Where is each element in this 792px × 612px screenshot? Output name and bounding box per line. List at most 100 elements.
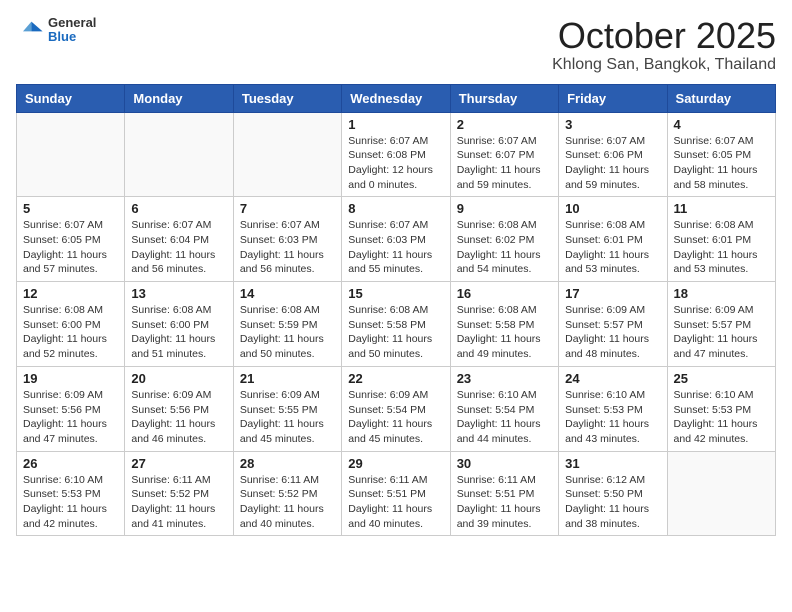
table-row: 9 Sunrise: 6:08 AMSunset: 6:02 PMDaylight…: [450, 197, 558, 282]
table-row: [17, 112, 125, 197]
day-number: 23: [457, 371, 552, 386]
sunrise-text: Sunrise: 6:11 AM: [131, 474, 210, 486]
header-tuesday: Tuesday: [233, 84, 341, 112]
sunrise-text: Sunrise: 6:09 AM: [674, 304, 754, 316]
table-row: 3Sunrise: 6:07 AMSunset: 6:06 PMDaylight…: [559, 112, 667, 197]
sunset-text: Sunset: 5:52 PM: [240, 488, 318, 500]
sunset-text: Sunset: 5:57 PM: [674, 319, 752, 331]
day-number: 21: [240, 371, 335, 386]
sunrise-text: Sunrise: 6:09 AM: [240, 389, 320, 401]
day-info: Sunrise: 6:08 AMSunset: 6:01 PMDaylight:…: [674, 218, 769, 277]
calendar-row: 19Sunrise: 6:09 AMSunset: 5:56 PMDayligh…: [17, 366, 776, 451]
sunrise-text: Sunrise: 6:11 AM: [240, 474, 319, 486]
daylight-text: Daylight: 11 hours and 41 minutes.: [131, 503, 215, 530]
daylight-text: Daylight: 11 hours and 43 minutes.: [565, 418, 649, 445]
table-row: 5Sunrise: 6:07 AMSunset: 6:05 PMDaylight…: [17, 197, 125, 282]
daylight-text: Daylight: 11 hours and 54 minutes.: [457, 249, 541, 276]
table-row: 20Sunrise: 6:09 AMSunset: 5:56 PMDayligh…: [125, 366, 233, 451]
daylight-text: Daylight: 11 hours and 58 minutes.: [674, 164, 758, 191]
daylight-text: Daylight: 11 hours and 47 minutes.: [674, 333, 758, 360]
day-info: Sunrise: 6:11 AM Sunset: 5:52 PM Daylight:…: [131, 473, 226, 532]
sunset-text: Sunset: 6:05 PM: [23, 234, 101, 246]
sunrise-text: Sunrise: 6:10 AM: [674, 389, 754, 401]
sunrise-text: Sunrise: 6:09 AM: [348, 389, 428, 401]
table-row: 25Sunrise: 6:10 AMSunset: 5:53 PMDayligh…: [667, 366, 775, 451]
day-info: Sunrise: 6:09 AMSunset: 5:55 PMDaylight:…: [240, 388, 335, 447]
day-info: Sunrise: 6:07 AMSunset: 6:04 PMDaylight:…: [131, 218, 226, 277]
table-row: 15Sunrise: 6:08 AMSunset: 5:58 PMDayligh…: [342, 282, 450, 367]
day-number: 8: [348, 201, 443, 216]
day-info: Sunrise: 6:09 AMSunset: 5:54 PMDaylight:…: [348, 388, 443, 447]
day-number: 11: [674, 201, 769, 216]
day-number: 15: [348, 286, 443, 301]
sunset-text: Sunset: 6:07 PM: [457, 149, 535, 161]
sunset-text: Sunset: 5:50 PM: [565, 488, 643, 500]
table-row: 7 Sunrise: 6:07 AMSunset: 6:03 PMDaylight…: [233, 197, 341, 282]
day-number: 9: [457, 201, 552, 216]
day-number: 16: [457, 286, 552, 301]
day-info: Sunrise: 6:10 AM Sunset: 5:54 PM Daylight:…: [457, 388, 552, 447]
sunset-text: Sunset: 5:54 PM: [457, 404, 535, 416]
table-row: 11 Sunrise: 6:08 AMSunset: 6:01 PMDayligh…: [667, 197, 775, 282]
day-info: Sunrise: 6:08 AMSunset: 6:02 PMDaylight:…: [457, 218, 552, 277]
sunrise-text: Sunrise: 6:08 AM: [457, 304, 537, 316]
day-number: 26: [23, 456, 118, 471]
day-info: Sunrise: 6:12 AMSunset: 5:50 PMDaylight:…: [565, 473, 660, 532]
sunset-text: Sunset: 6:06 PM: [565, 149, 643, 161]
sunset-text: Sunset: 5:56 PM: [23, 404, 101, 416]
table-row: 12Sunrise: 6:08 AMSunset: 6:00 PMDayligh…: [17, 282, 125, 367]
sunrise-text: Sunrise: 6:08 AM: [565, 219, 645, 231]
logo-icon: [16, 16, 44, 44]
sunset-text: Sunset: 5:53 PM: [565, 404, 643, 416]
daylight-text: Daylight: 11 hours and 46 minutes.: [131, 418, 215, 445]
day-info: Sunrise: 6:08 AMSunset: 6:01 PMDaylight:…: [565, 218, 660, 277]
day-info: Sunrise: 6:07 AMSunset: 6:07 PMDaylight:…: [457, 134, 552, 193]
day-number: 3: [565, 117, 660, 132]
calendar-row: 5Sunrise: 6:07 AMSunset: 6:05 PMDaylight…: [17, 197, 776, 282]
sunrise-text: Sunrise: 6:08 AM: [457, 219, 537, 231]
daylight-text: Daylight: 11 hours and 42 minutes.: [23, 503, 107, 530]
header-wednesday: Wednesday: [342, 84, 450, 112]
sunrise-text: Sunrise: 6:10 AM: [457, 389, 537, 401]
table-row: 10Sunrise: 6:08 AMSunset: 6:01 PMDayligh…: [559, 197, 667, 282]
sunset-text: Sunset: 5:59 PM: [240, 319, 318, 331]
sunset-text: Sunset: 5:54 PM: [348, 404, 426, 416]
header-thursday: Thursday: [450, 84, 558, 112]
sunset-text: Sunset: 5:58 PM: [348, 319, 426, 331]
day-number: 7: [240, 201, 335, 216]
day-number: 20: [131, 371, 226, 386]
day-info: Sunrise: 6:07 AMSunset: 6:05 PMDaylight:…: [23, 218, 118, 277]
day-number: 31: [565, 456, 660, 471]
table-row: 16 Sunrise: 6:08 AMSunset: 5:58 PMDayligh…: [450, 282, 558, 367]
day-number: 1: [348, 117, 443, 132]
daylight-text: Daylight: 11 hours and 44 minutes.: [457, 418, 541, 445]
table-row: [233, 112, 341, 197]
day-info: Sunrise: 6:08 AMSunset: 5:58 PMDaylight:…: [457, 303, 552, 362]
sunrise-text: Sunrise: 6:07 AM: [457, 135, 537, 147]
sunset-text: Sunset: 5:53 PM: [674, 404, 752, 416]
table-row: 23 Sunrise: 6:10 AM Sunset: 5:54 PM Dayligh…: [450, 366, 558, 451]
sunset-text: Sunset: 6:00 PM: [23, 319, 101, 331]
day-number: 30: [457, 456, 552, 471]
table-row: 21 Sunrise: 6:09 AMSunset: 5:55 PMDayligh…: [233, 366, 341, 451]
day-number: 6: [131, 201, 226, 216]
logo-general: General: [48, 16, 96, 30]
sunrise-text: Sunrise: 6:11 AM: [348, 474, 427, 486]
daylight-text: Daylight: 11 hours and 50 minutes.: [240, 333, 324, 360]
table-row: 2Sunrise: 6:07 AMSunset: 6:07 PMDaylight…: [450, 112, 558, 197]
day-info: Sunrise: 6:11 AMSunset: 5:51 PMDaylight:…: [348, 473, 443, 532]
table-row: 26Sunrise: 6:10 AMSunset: 5:53 PMDayligh…: [17, 451, 125, 536]
sunset-text: Sunset: 6:08 PM: [348, 149, 426, 161]
table-row: 18Sunrise: 6:09 AMSunset: 5:57 PMDayligh…: [667, 282, 775, 367]
calendar: Sunday Monday Tuesday Wednesday Thursday…: [16, 84, 776, 537]
daylight-text: Daylight: 11 hours and 59 minutes.: [565, 164, 649, 191]
daylight-text: Daylight: 12 hours and 0 minutes.: [348, 164, 433, 191]
day-number: 24: [565, 371, 660, 386]
daylight-text: Daylight: 11 hours and 38 minutes.: [565, 503, 649, 530]
calendar-header-row: Sunday Monday Tuesday Wednesday Thursday…: [17, 84, 776, 112]
day-number: 13: [131, 286, 226, 301]
table-row: 6 Sunrise: 6:07 AMSunset: 6:04 PMDaylight…: [125, 197, 233, 282]
day-info: Sunrise: 6:07 AMSunset: 6:03 PMDaylight:…: [240, 218, 335, 277]
daylight-text: Daylight: 11 hours and 51 minutes.: [131, 333, 215, 360]
sunset-text: Sunset: 5:52 PM: [131, 488, 209, 500]
